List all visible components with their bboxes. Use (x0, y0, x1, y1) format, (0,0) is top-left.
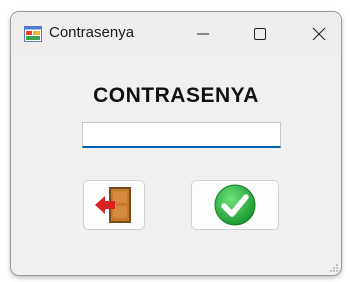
ok-button[interactable] (191, 180, 279, 230)
title-bar[interactable]: Contrasenya (11, 12, 341, 56)
resize-grip-icon[interactable] (329, 263, 339, 273)
password-input[interactable] (82, 122, 281, 148)
window-title: Contrasenya (49, 24, 135, 41)
close-icon (312, 27, 326, 41)
checkmark-icon (214, 184, 256, 226)
close-button[interactable] (299, 20, 339, 48)
exit-door-icon (95, 187, 131, 223)
forms-icon (24, 25, 42, 43)
maximize-button[interactable] (240, 20, 280, 48)
dialog-window: Contrasenya CONTRASENYA (11, 12, 341, 275)
exit-button[interactable] (83, 180, 145, 230)
minimize-button[interactable] (183, 20, 223, 48)
minimize-icon (197, 33, 209, 35)
heading-label: CONTRASENYA (93, 84, 259, 107)
maximize-icon (254, 28, 266, 40)
